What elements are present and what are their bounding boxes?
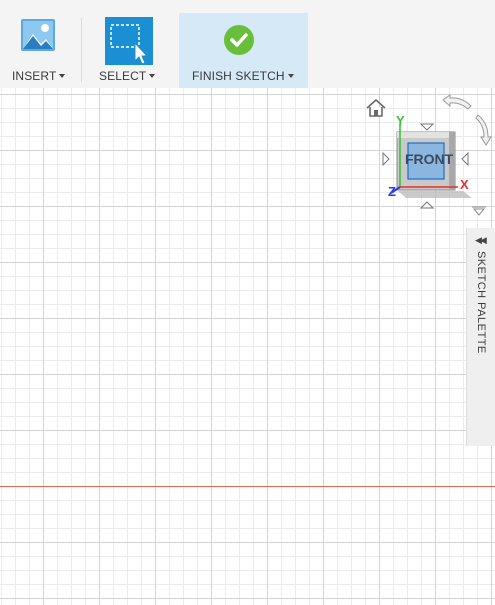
- view-right-arrow-icon[interactable]: [461, 151, 469, 171]
- toolbar: INSERT SELECT FINISH SKETCH: [0, 0, 495, 88]
- view-down-arrow-icon[interactable]: [419, 196, 435, 214]
- finish-sketch-label: FINISH SKETCH: [192, 69, 285, 83]
- chevron-down-icon: [59, 74, 66, 78]
- select-cursor-icon: [105, 17, 153, 70]
- y-axis-label: Y: [396, 113, 405, 128]
- x-axis-label: X: [460, 177, 469, 192]
- double-chevron-left-icon: ◀◀: [475, 235, 487, 245]
- viewcube-menu-icon[interactable]: [471, 205, 487, 223]
- sketch-workspace: INSERT SELECT FINISH SKETCH FRONT Y X Z …: [0, 0, 495, 605]
- insert-image-icon: [20, 17, 56, 58]
- x-axis-line: [0, 486, 495, 487]
- sketch-palette-label: SKETCH PALETTE: [475, 251, 487, 354]
- chevron-down-icon: [149, 74, 156, 78]
- insert-button[interactable]: INSERT: [6, 13, 72, 88]
- view-left-arrow-icon[interactable]: [382, 151, 390, 171]
- finish-sketch-button[interactable]: FINISH SKETCH: [179, 13, 308, 88]
- checkmark-circle-icon: [223, 24, 255, 61]
- insert-label: INSERT: [12, 69, 57, 83]
- view-up-arrow-icon[interactable]: [419, 118, 435, 136]
- z-axis-label: Z: [388, 184, 396, 199]
- toolbar-divider: [81, 18, 82, 82]
- select-label: SELECT: [99, 69, 147, 83]
- sketch-palette-tab[interactable]: ◀◀ SKETCH PALETTE: [466, 228, 495, 446]
- select-button[interactable]: SELECT: [93, 13, 163, 88]
- chevron-down-icon: [287, 74, 294, 78]
- viewcube-face-label: FRONT: [405, 151, 454, 167]
